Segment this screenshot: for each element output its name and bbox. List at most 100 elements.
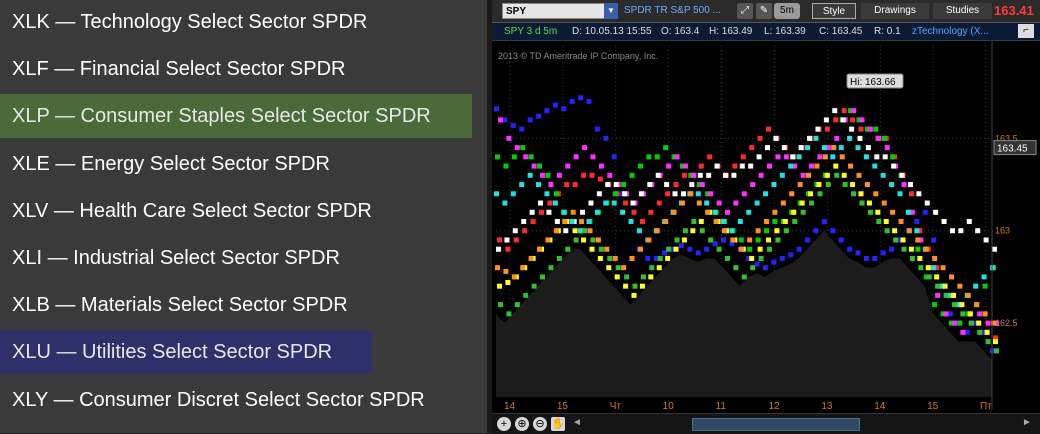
period-label: SPY 3 d 5m — [504, 26, 558, 37]
data-point — [948, 274, 954, 280]
aggregation-button[interactable]: 5m — [774, 3, 800, 19]
data-point — [891, 163, 897, 169]
data-point — [645, 255, 651, 261]
data-point — [498, 302, 503, 308]
data-point — [796, 246, 802, 252]
data-point — [981, 274, 987, 280]
data-point — [538, 200, 544, 206]
data-point — [697, 172, 703, 178]
legend-item: XLF — Financial Select Sector SPDR — [0, 47, 487, 92]
data-point — [589, 172, 595, 178]
data-point — [657, 255, 663, 261]
data-point — [581, 237, 587, 243]
chart-settings-icon[interactable]: ⌐ — [1018, 24, 1034, 38]
data-point — [732, 163, 738, 169]
data-point — [505, 279, 511, 285]
symbol-input[interactable]: SPY — [502, 3, 616, 19]
data-point — [724, 255, 730, 261]
data-point — [814, 163, 820, 169]
data-point — [892, 228, 898, 234]
data-point — [513, 237, 519, 243]
study-label[interactable]: zTechnology (X... — [912, 23, 989, 40]
data-point — [572, 182, 578, 188]
copyright-text: 2013 © TD Ameritrade IP Company, Inc. — [498, 51, 658, 61]
data-point — [519, 182, 525, 188]
data-point — [679, 200, 685, 206]
data-point — [497, 237, 502, 243]
data-point — [623, 200, 629, 206]
data-point — [613, 182, 619, 188]
studies-button[interactable]: Studies — [933, 3, 992, 19]
data-point — [595, 237, 601, 243]
symbol-dropdown-icon[interactable]: ▼ — [604, 3, 618, 19]
zoom-fit-icon[interactable]: + — [497, 417, 511, 431]
data-point — [639, 283, 645, 289]
data-point — [587, 228, 593, 234]
data-point — [716, 246, 722, 252]
data-point — [665, 191, 671, 197]
data-point — [498, 117, 503, 123]
data-point — [813, 135, 819, 141]
data-point — [530, 219, 536, 224]
data-point — [984, 329, 990, 335]
drawings-button[interactable]: Drawings — [861, 3, 929, 19]
data-point — [876, 219, 882, 224]
data-point — [992, 246, 997, 252]
data-point — [790, 154, 796, 160]
wrench-icon[interactable]: ✎ — [756, 3, 772, 19]
price-chart[interactable]: 2013 © TD Ameritrade IP Company, Inc. 163… — [492, 41, 1040, 409]
data-point — [951, 302, 957, 308]
last-price: 163.41 — [994, 3, 1034, 18]
data-point — [612, 191, 618, 197]
scroll-left-icon[interactable]: ◄ — [572, 417, 582, 428]
data-point — [621, 265, 627, 271]
zoom-out-icon[interactable]: ⊖ — [533, 417, 547, 431]
scroll-thumb[interactable] — [692, 418, 860, 431]
data-point — [580, 209, 586, 215]
data-point — [654, 228, 660, 234]
data-point — [807, 135, 813, 141]
data-point — [611, 200, 617, 206]
data-point — [821, 219, 827, 224]
data-point — [832, 108, 838, 114]
data-point — [597, 255, 603, 261]
data-point — [722, 172, 728, 178]
horizontal-scrollbar[interactable]: + ⊕ ⊖ ✋ ◄ ► — [492, 413, 1040, 434]
data-point — [856, 172, 862, 178]
data-point — [788, 252, 794, 258]
data-point — [573, 237, 579, 243]
data-point — [941, 219, 947, 224]
scroll-right-icon[interactable]: ► — [1022, 417, 1032, 428]
data-point — [809, 163, 815, 169]
legend-item: XLK — Technology Select Sector SPDR — [0, 0, 487, 44]
data-point — [689, 182, 695, 188]
low-label: L: 163.39 — [764, 26, 806, 37]
data-point — [628, 219, 634, 224]
style-button[interactable]: Style — [812, 3, 856, 19]
data-point — [494, 191, 499, 197]
data-point — [695, 191, 701, 197]
data-point — [935, 292, 941, 298]
data-point — [847, 135, 853, 141]
data-point — [665, 255, 671, 261]
data-point — [649, 265, 655, 271]
data-point — [855, 145, 861, 151]
data-point — [505, 246, 511, 252]
data-point — [733, 200, 739, 206]
x-axis: 14 15 Чт 10 11 12 13 14 15 Пт — [504, 401, 992, 412]
zoom-in-icon[interactable]: ⊕ — [515, 417, 529, 431]
data-point — [494, 106, 499, 112]
x-tick-label: 14 — [504, 401, 516, 412]
data-point — [933, 209, 939, 215]
link-icon[interactable]: ⤢ — [737, 3, 753, 19]
data-point — [738, 237, 744, 243]
data-point — [931, 265, 937, 271]
ohlc-infobar: SPY 3 d 5m D: 10.05.13 15:55 O: 163.4 H:… — [492, 23, 1040, 41]
data-point — [536, 182, 542, 188]
data-point — [889, 182, 895, 188]
x-tick-label: 12 — [768, 401, 780, 412]
data-point — [496, 246, 501, 252]
data-point — [906, 228, 912, 234]
pan-icon[interactable]: ✋ — [551, 417, 565, 431]
data-point — [805, 145, 811, 151]
